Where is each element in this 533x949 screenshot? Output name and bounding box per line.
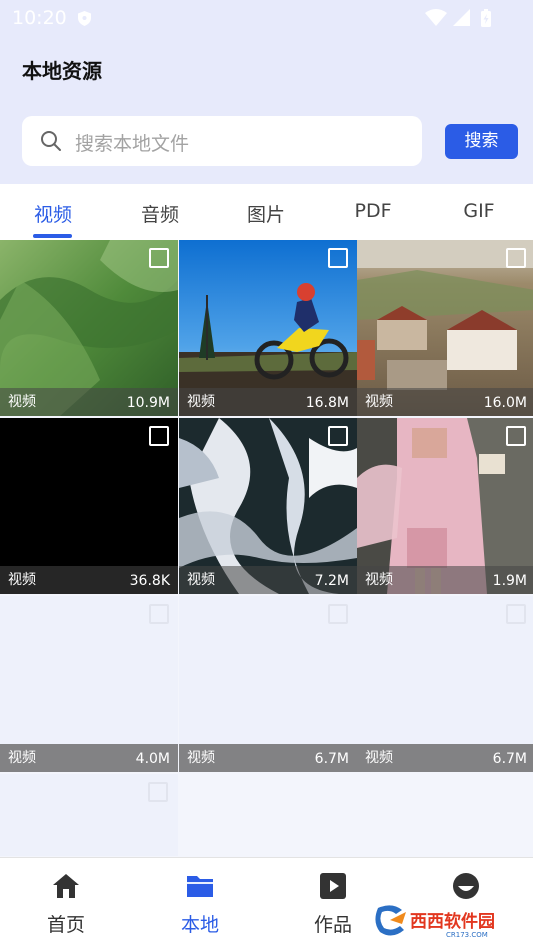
play-icon [320,873,346,899]
media-type-label: 视频 [365,394,393,410]
media-size: 4.0M [135,751,170,767]
media-size: 10.9M [126,395,170,411]
select-checkbox[interactable] [328,248,348,268]
media-item-partial[interactable] [0,774,178,856]
status-time: 10:20 [12,7,67,29]
media-type-label: 视频 [365,572,393,588]
wifi-icon [425,9,447,26]
folder-icon [187,876,213,897]
media-size: 7.2M [314,573,349,589]
tab-audio[interactable]: 音频 [115,200,205,227]
svg-text:CR173.COM: CR173.COM [446,931,488,939]
nav-label: 作品 [313,914,352,936]
media-item[interactable]: 视频 7.2M [179,418,357,594]
active-tab-indicator [33,234,72,238]
search-placeholder: 搜索本地文件 [75,133,190,155]
media-type-label: 视频 [365,750,393,766]
nav-home[interactable]: 首页 [21,872,111,937]
signal-icon [453,9,470,26]
media-size: 1.9M [492,573,527,589]
svg-text:西西软件园: 西西软件园 [410,911,495,932]
media-item[interactable]: 视频 1.9M [357,418,533,594]
select-checkbox[interactable] [506,426,526,446]
media-item[interactable]: 视频 36.8K [0,418,178,594]
select-checkbox[interactable] [506,248,526,268]
select-checkbox[interactable] [149,604,169,624]
media-type-label: 视频 [187,572,215,588]
media-type-label: 视频 [8,572,36,588]
media-type-label: 视频 [8,394,36,410]
select-checkbox[interactable] [328,604,348,624]
media-item[interactable]: 视频 16.8M [179,240,357,416]
search-button[interactable]: 搜索 [445,124,518,159]
media-size: 6.7M [314,751,349,767]
media-size: 16.0M [483,395,527,411]
profile-icon [453,873,479,899]
nav-label: 本地 [180,914,219,936]
media-item[interactable]: 视频 6.7M [179,596,357,772]
select-checkbox[interactable] [149,248,169,268]
watermark-logo: 西西软件园 CR173.COM [372,900,517,940]
media-grid: 视频 10.9M 视频 16.8M 视频 16.0M 视频 36.8K 视频 7… [0,240,533,856]
nav-label: 首页 [46,914,85,936]
nav-works[interactable]: 作品 [288,872,378,937]
media-size: 16.8M [305,395,349,411]
category-tabs: 视频 音频 图片 PDF GIF [0,184,533,240]
media-item[interactable]: 视频 10.9M [0,240,178,416]
media-type-label: 视频 [8,750,36,766]
media-type-label: 视频 [187,394,215,410]
media-item[interactable]: 视频 16.0M [357,240,533,416]
search-icon [41,131,61,151]
media-size: 6.7M [492,751,527,767]
media-item[interactable]: 视频 4.0M [0,596,178,772]
tab-gif[interactable]: GIF [434,200,524,222]
status-bar: 10:20 [0,0,533,36]
search-input[interactable]: 搜索本地文件 [22,116,422,166]
home-icon [53,874,79,898]
media-type-label: 视频 [187,750,215,766]
nav-local[interactable]: 本地 [155,872,245,937]
media-size: 36.8K [129,573,170,589]
shield-icon [78,11,91,26]
tab-pdf[interactable]: PDF [328,200,418,222]
system-status-icons [425,9,491,27]
media-item[interactable]: 视频 6.7M [357,596,533,772]
select-checkbox[interactable] [328,426,348,446]
select-checkbox[interactable] [506,604,526,624]
tab-image[interactable]: 图片 [221,200,311,227]
tab-video[interactable]: 视频 [8,200,98,227]
select-checkbox[interactable] [148,782,168,802]
page-title: 本地资源 [22,59,102,83]
select-checkbox[interactable] [149,426,169,446]
